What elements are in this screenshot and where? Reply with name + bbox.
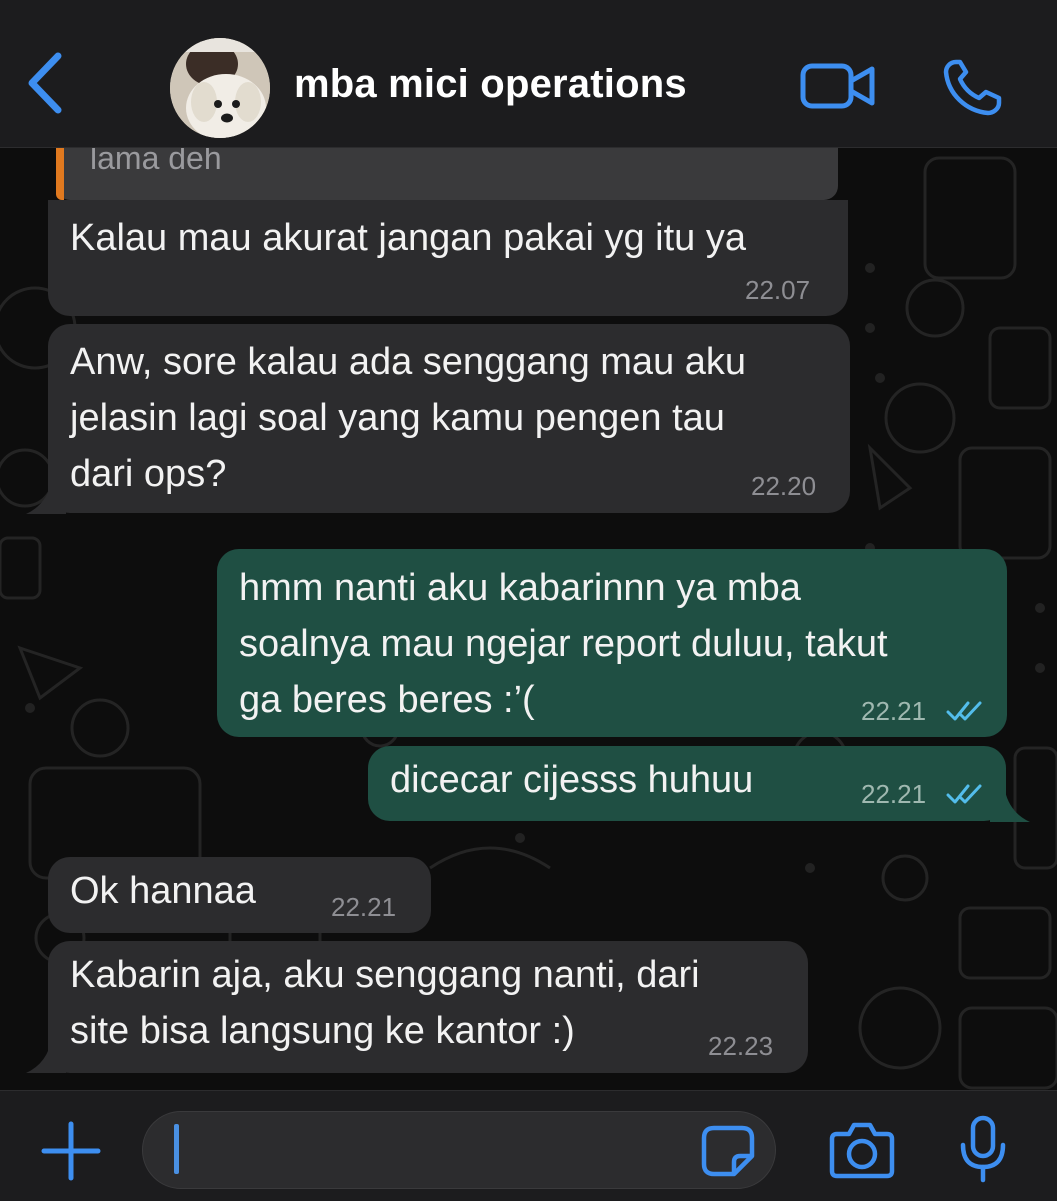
sticker-icon (701, 1125, 755, 1177)
sticker-button[interactable] (700, 1124, 756, 1178)
microphone-icon (960, 1115, 1006, 1183)
message-text: Ok hannaa (70, 870, 256, 912)
message-text: Anw, sore kalau ada senggang mau aku jel… (70, 341, 747, 495)
read-receipt-icon (946, 784, 982, 804)
camera-icon (829, 1122, 895, 1179)
bubble-tail (26, 1037, 66, 1073)
message-text: Kabarin aja, aku senggang nanti, dari si… (70, 954, 700, 1052)
message-bubble-outgoing[interactable]: hmm nanti aku kabarinnn ya mba soalnya m… (217, 549, 1007, 737)
message-bubble-incoming[interactable]: Kalau mau akurat jangan pakai yg itu ya … (48, 200, 848, 316)
text-caret (174, 1124, 179, 1174)
message-bubble-outgoing[interactable]: dicecar cijesss huhuu 22.21 (368, 746, 1006, 821)
message-text: hmm nanti aku kabarinnn ya mba soalnya m… (239, 567, 888, 721)
microphone-button[interactable] (958, 1115, 1008, 1183)
phone-icon (943, 59, 1002, 116)
message-text: dicecar cijesss huhuu (390, 759, 754, 801)
message-time: 22.21 (861, 696, 927, 726)
message-time: 22.21 (331, 892, 397, 922)
bubble-tail (990, 786, 1030, 822)
video-call-button[interactable] (800, 62, 876, 110)
message-time: 22.23 (708, 1031, 774, 1061)
message-list[interactable]: lama deh Kalau mau akurat jangan pakai y… (0, 148, 1057, 1090)
camera-button[interactable] (829, 1120, 895, 1180)
video-camera-icon (800, 63, 875, 109)
chat-header: mba mici operations (0, 0, 1057, 148)
message-time: 22.20 (751, 471, 817, 501)
message-text: Kalau mau akurat jangan pakai yg itu ya (70, 217, 746, 259)
plus-icon (41, 1121, 101, 1181)
message-bubble-incoming[interactable]: Kabarin aja, aku senggang nanti, dari si… (48, 941, 808, 1073)
message-time: 22.21 (861, 779, 927, 809)
message-bubble-incoming[interactable]: Ok hannaa 22.21 (48, 857, 431, 933)
back-button[interactable] (22, 50, 70, 116)
attach-button[interactable] (40, 1120, 102, 1182)
avatar[interactable] (170, 38, 270, 138)
message-input[interactable] (142, 1111, 776, 1189)
read-receipt-icon (946, 701, 982, 721)
contact-name[interactable]: mba mici operations (294, 62, 687, 107)
bubble-tail (26, 478, 66, 514)
message-time: 22.07 (745, 275, 811, 305)
voice-call-button[interactable] (942, 58, 1004, 116)
message-bubble-incoming[interactable]: Anw, sore kalau ada senggang mau aku jel… (48, 324, 850, 513)
chevron-left-icon (28, 52, 62, 114)
